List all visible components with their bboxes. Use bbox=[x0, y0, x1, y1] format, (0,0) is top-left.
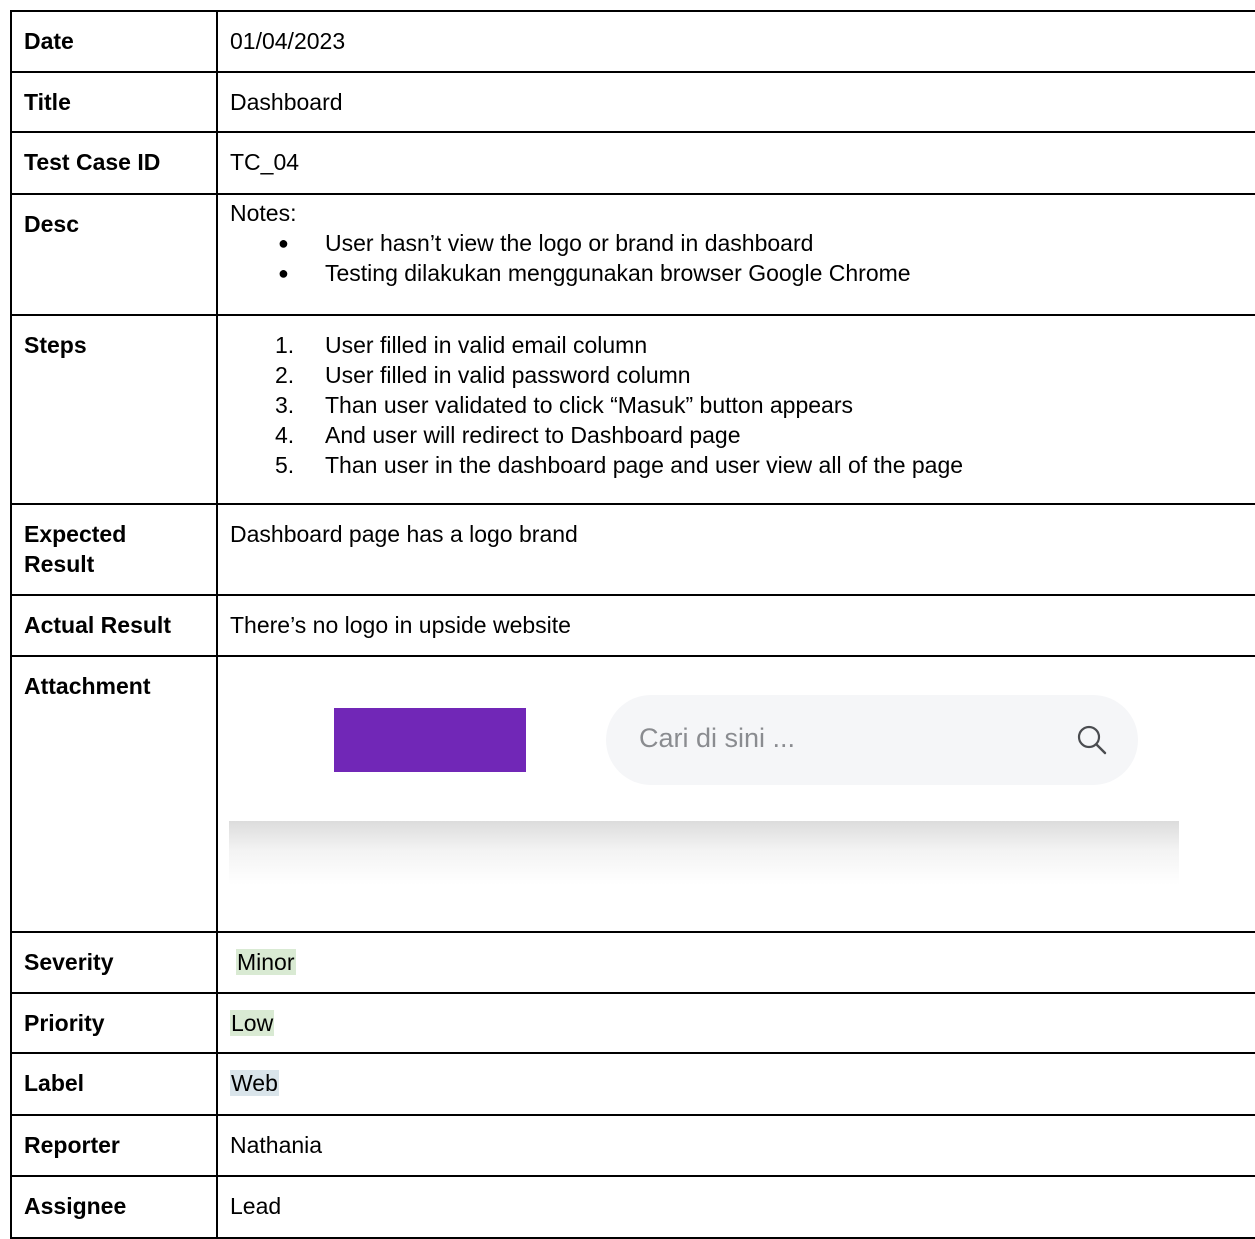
severity-label: Severity bbox=[10, 931, 218, 994]
desc-bullet-item: ● User hasn’t view the logo or brand in d… bbox=[230, 228, 1255, 258]
test-case-id-label: Test Case ID bbox=[10, 131, 218, 195]
search-icon bbox=[1077, 725, 1107, 755]
steps-list: 1. User filled in valid email column 2. Us… bbox=[230, 330, 1255, 480]
row-actual-result: Actual Result There’s no logo in upside … bbox=[10, 594, 1255, 657]
step-text: User filled in valid password column bbox=[325, 362, 691, 388]
expected-result-label: Expected Result bbox=[10, 503, 218, 596]
row-attachment: Attachment Cari di sini ... bbox=[10, 655, 1255, 933]
priority-cell: Low bbox=[216, 992, 1255, 1054]
step-item: 1. User filled in valid email column bbox=[275, 332, 648, 358]
attachment-label: Attachment bbox=[10, 655, 218, 933]
bullet-icon: ● bbox=[278, 233, 289, 253]
title-label: Title bbox=[10, 71, 218, 133]
desc-intro: Notes: bbox=[230, 200, 297, 226]
step-text: Than user in the dashboard page and user… bbox=[325, 452, 964, 478]
header-shadow bbox=[229, 821, 1179, 885]
desc-bullet-list: ● User hasn’t view the logo or brand in d… bbox=[230, 228, 1255, 288]
row-severity: Severity Minor bbox=[10, 931, 1255, 994]
label-cell: Web bbox=[216, 1052, 1255, 1116]
label-label: Label bbox=[10, 1052, 218, 1116]
desc-bullet-item: ● Testing dilakukan menggunakan browser G… bbox=[230, 258, 1255, 288]
search-placeholder: Cari di sini ... bbox=[639, 723, 796, 753]
steps-value: 1. User filled in valid email column 2. Us… bbox=[216, 314, 1255, 505]
desc-value: Notes: ● User hasn’t view the logo or bra… bbox=[216, 193, 1255, 316]
severity-cell: Minor bbox=[216, 931, 1255, 994]
reporter-label: Reporter bbox=[10, 1114, 218, 1177]
bug-report-table: Date 01/04/2023 Title Dashboard Test Cas… bbox=[10, 10, 1255, 1239]
assignee-value: Lead bbox=[216, 1175, 1255, 1239]
row-steps: Steps 1. User filled in valid email colum… bbox=[10, 314, 1255, 505]
row-reporter: Reporter Nathania bbox=[10, 1114, 1255, 1177]
priority-value: Low bbox=[230, 1010, 275, 1036]
assignee-label: Assignee bbox=[10, 1175, 218, 1239]
priority-label: Priority bbox=[10, 992, 218, 1054]
step-text: User filled in valid email column bbox=[325, 332, 648, 358]
step-text: And user will redirect to Dashboard page bbox=[325, 422, 741, 448]
row-date: Date 01/04/2023 bbox=[10, 10, 1255, 73]
steps-label: Steps bbox=[10, 314, 218, 505]
desc-bullet-text: User hasn’t view the logo or brand in da… bbox=[325, 230, 814, 256]
row-desc: Desc Notes: ● User hasn’t view the logo o… bbox=[10, 193, 1255, 316]
expected-result-value: Dashboard page has a logo brand bbox=[216, 503, 1255, 596]
desc-label: Desc bbox=[10, 193, 218, 316]
desc-bullet-text: Testing dilakukan menggunakan browser Go… bbox=[325, 260, 911, 286]
row-label: Label Web bbox=[10, 1052, 1255, 1116]
logo-placeholder bbox=[334, 708, 526, 772]
step-item: 2. User filled in valid password column bbox=[275, 362, 691, 388]
severity-value: Minor bbox=[236, 949, 296, 975]
title-value: Dashboard bbox=[216, 71, 1255, 133]
search-bar: Cari di sini ... bbox=[606, 695, 1138, 785]
step-text: Than user validated to click “Masuk” but… bbox=[325, 392, 853, 418]
actual-result-label: Actual Result bbox=[10, 594, 218, 657]
row-test-case-id: Test Case ID TC_04 bbox=[10, 131, 1255, 195]
bullet-icon: ● bbox=[278, 263, 289, 283]
row-expected-result: Expected Result Dashboard page has a log… bbox=[10, 503, 1255, 596]
date-label: Date bbox=[10, 10, 218, 73]
row-title: Title Dashboard bbox=[10, 71, 1255, 133]
step-item: 3. Than user validated to click “Masuk” b… bbox=[275, 392, 853, 418]
date-value: 01/04/2023 bbox=[216, 10, 1255, 73]
attachment-value: Cari di sini ... bbox=[216, 655, 1255, 933]
reporter-value: Nathania bbox=[216, 1114, 1255, 1177]
step-item: 5. Than user in the dashboard page and us… bbox=[275, 452, 964, 478]
step-item: 4. And user will redirect to Dashboard pa… bbox=[275, 422, 741, 448]
row-priority: Priority Low bbox=[10, 992, 1255, 1054]
actual-result-value: There’s no logo in upside website bbox=[216, 594, 1255, 657]
test-case-id-value: TC_04 bbox=[216, 131, 1255, 195]
row-assignee: Assignee Lead bbox=[10, 1175, 1255, 1239]
label-value: Web bbox=[230, 1070, 279, 1096]
attachment-screenshot: Cari di sini ... bbox=[218, 657, 1255, 919]
